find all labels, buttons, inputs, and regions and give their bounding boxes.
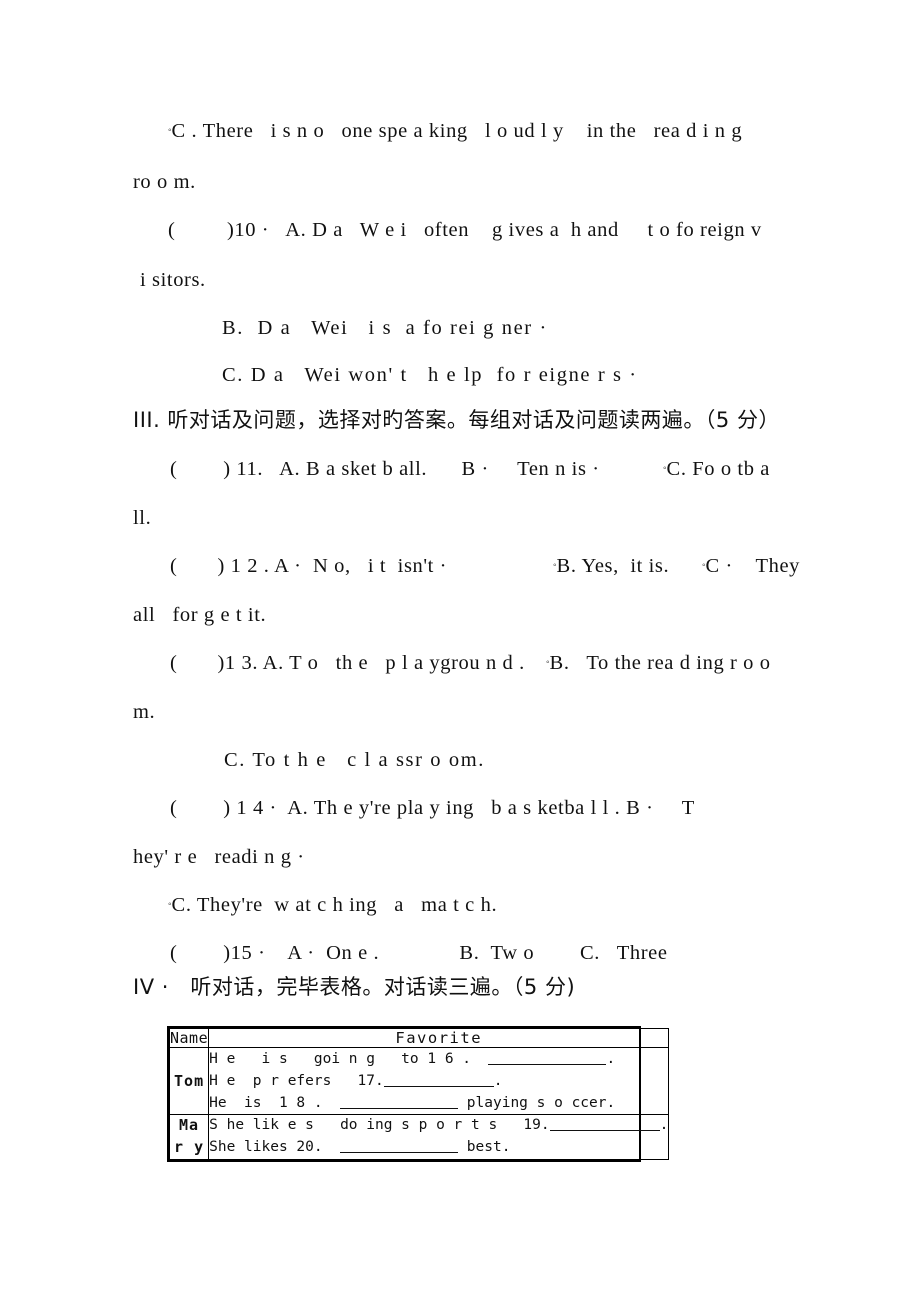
column-header-name: Name: [168, 1028, 210, 1048]
question-12-option-b: ◦B. Yes, it is.: [553, 556, 669, 577]
row-content-tom: H e i s goi n g to 1 6 . . H e p r efers…: [208, 1046, 670, 1116]
question-10-option-c: C. D a Wei won' t h e lp fo r eigne r s …: [222, 365, 638, 386]
line-text: ro o m.: [133, 171, 196, 193]
mary-name-line-2: r y: [174, 1137, 205, 1156]
line-text: C. They're w at c h ing a ma t c h.: [171, 894, 498, 916]
question-10-option-a-wrap: i sitors.: [140, 270, 206, 291]
table-row-tom: Tom H e i s goi n g to 1 6 . . H e p r e…: [168, 1046, 670, 1116]
line-text: all for g e t it.: [133, 604, 267, 626]
answer-blank-16[interactable]: [488, 1064, 607, 1065]
line-text: III. 听对话及问题，选择对旳答案。每组对话及问题读两遍。（5 分）: [133, 408, 780, 432]
question-14-wrap: hey' r e readi n g ·: [133, 847, 305, 868]
mary-line-20: She likes 20. best.: [209, 1137, 668, 1159]
text-after-blank: .: [659, 1117, 669, 1134]
line-text: C · They: [705, 555, 801, 577]
text-after-blank: playing s o ccer.: [458, 1095, 616, 1112]
text-before-blank: S he lik e s do ing s p o r t s 19.: [209, 1117, 550, 1134]
mary-name-line-1: Ma: [179, 1116, 200, 1135]
line-text: ( )15 · A · On e . B. Tw o C. Three: [170, 942, 668, 964]
text-before-blank: H e p r efers 17.: [209, 1073, 384, 1090]
line-text: C . There i s n o one spe a king l o ud …: [171, 120, 743, 142]
tom-line-17: H e p r efers 17..: [209, 1070, 668, 1092]
question-15-options: ( )15 · A · On e . B. Tw o C. Three: [170, 943, 668, 964]
line-text: ( )1 3. A. T o th e p l a ygrou n d .: [170, 652, 525, 674]
line-text: ( )10 · A. D a W e i often g ives a h an…: [168, 219, 762, 241]
answer-blank-19[interactable]: [549, 1130, 660, 1132]
text-before-blank: He is 1 8 .: [209, 1095, 341, 1112]
mary-line-19: S he lik e s do ing s p o r t s 19..: [209, 1115, 668, 1137]
question-13-option-c: C. To t h e c l a ssr o om.: [224, 750, 485, 771]
question-11-options: ( ) 11. A. B a sket b all. B · Ten n is …: [170, 459, 600, 480]
tom-line-18: He is 1 8 . playing s o ccer.: [209, 1092, 668, 1114]
line-text: IV · 听对话，完毕表格。对话读三遍。（5 分): [133, 975, 576, 999]
section-iii-heading: III. 听对话及问题，选择对旳答案。每组对话及问题读两遍。（5 分）: [133, 410, 780, 431]
table-row-mary: Ma r y S he lik e s do ing s p o r t s 1…: [168, 1114, 670, 1160]
favorite-table-wrapper: Name Favorite Tom H e i s goi n g to 1 6…: [167, 1026, 670, 1162]
question-10-option-b: B. D a Wei i s a fo rei g ner ·: [222, 318, 548, 339]
question-12-option-c: ◦C · They: [702, 556, 800, 577]
line-text: ( ) 11. A. B a sket b all. B · Ten n is …: [170, 458, 600, 480]
text-before-blank: She likes 20.: [209, 1138, 341, 1155]
line-text: ll.: [133, 507, 152, 529]
answer-blank-20[interactable]: [340, 1151, 459, 1153]
line-text: B. D a Wei i s a fo rei g ner ·: [222, 317, 548, 339]
text-line-room-wrap: ro o m.: [133, 172, 196, 193]
line-text: B. Yes, it is.: [556, 555, 670, 577]
question-13-option-a: ( )1 3. A. T o th e p l a ygrou n d .: [170, 653, 525, 674]
tom-line-16: H e i s goi n g to 1 6 . .: [209, 1048, 668, 1070]
line-text: m.: [133, 701, 156, 723]
text-after-blank: .: [493, 1073, 503, 1090]
row-name-tom: Tom: [168, 1046, 210, 1116]
line-text: C. To t h e c l a ssr o om.: [224, 749, 485, 771]
question-11-option-c: ◦C. Fo o tb a: [663, 459, 770, 480]
question-13-wrap: m.: [133, 702, 155, 723]
favorite-table: Name Favorite Tom H e i s goi n g to 1 6…: [168, 1028, 670, 1160]
question-12-option-a: ( ) 1 2 . A · N o, i t isn't ·: [170, 556, 447, 577]
answer-blank-18[interactable]: [340, 1108, 459, 1110]
question-14-option-c: ◦C. They're w at c h ing a ma t c h.: [168, 895, 497, 916]
text-after-blank: best.: [458, 1138, 511, 1155]
line-text: i sitors.: [140, 269, 206, 291]
text-after-blank: .: [606, 1051, 616, 1067]
line-text: C. D a Wei won' t h e lp fo r eigne r s …: [222, 364, 638, 386]
text-line-option-c-reading-room: ◦C . There i s n o one spe a king l o ud…: [168, 121, 742, 142]
document-page: ◦C . There i s n o one spe a king l o ud…: [0, 0, 920, 1302]
table-header-row: Name Favorite: [168, 1028, 670, 1048]
question-13-option-b: ◦B. To the rea d ing r o o: [546, 653, 771, 674]
text-before-blank: H e i s goi n g to 1 6 .: [209, 1051, 489, 1067]
line-text: ( ) 1 4 · A. Th e y're pla y ing b a s k…: [170, 797, 695, 819]
line-text: ( ) 1 2 . A · N o, i t isn't ·: [170, 555, 448, 577]
row-content-mary: S he lik e s do ing s p o r t s 19.. She…: [208, 1114, 670, 1160]
question-10-option-a: ( )10 · A. D a W e i often g ives a h an…: [168, 220, 762, 241]
section-iv-heading: IV · 听对话，完毕表格。对话读三遍。（5 分): [133, 977, 575, 998]
line-text: B. To the rea d ing r o o: [549, 652, 771, 674]
question-14-options: ( ) 1 4 · A. Th e y're pla y ing b a s k…: [170, 798, 695, 819]
question-11-wrap: ll.: [133, 508, 151, 529]
line-text: hey' r e readi n g ·: [133, 846, 305, 868]
column-header-favorite: Favorite: [208, 1028, 670, 1048]
question-12-wrap: all for g e t it.: [133, 605, 266, 626]
answer-blank-17[interactable]: [383, 1086, 494, 1088]
line-text: C. Fo o tb a: [666, 458, 770, 480]
row-name-mary: Ma r y: [168, 1114, 210, 1160]
